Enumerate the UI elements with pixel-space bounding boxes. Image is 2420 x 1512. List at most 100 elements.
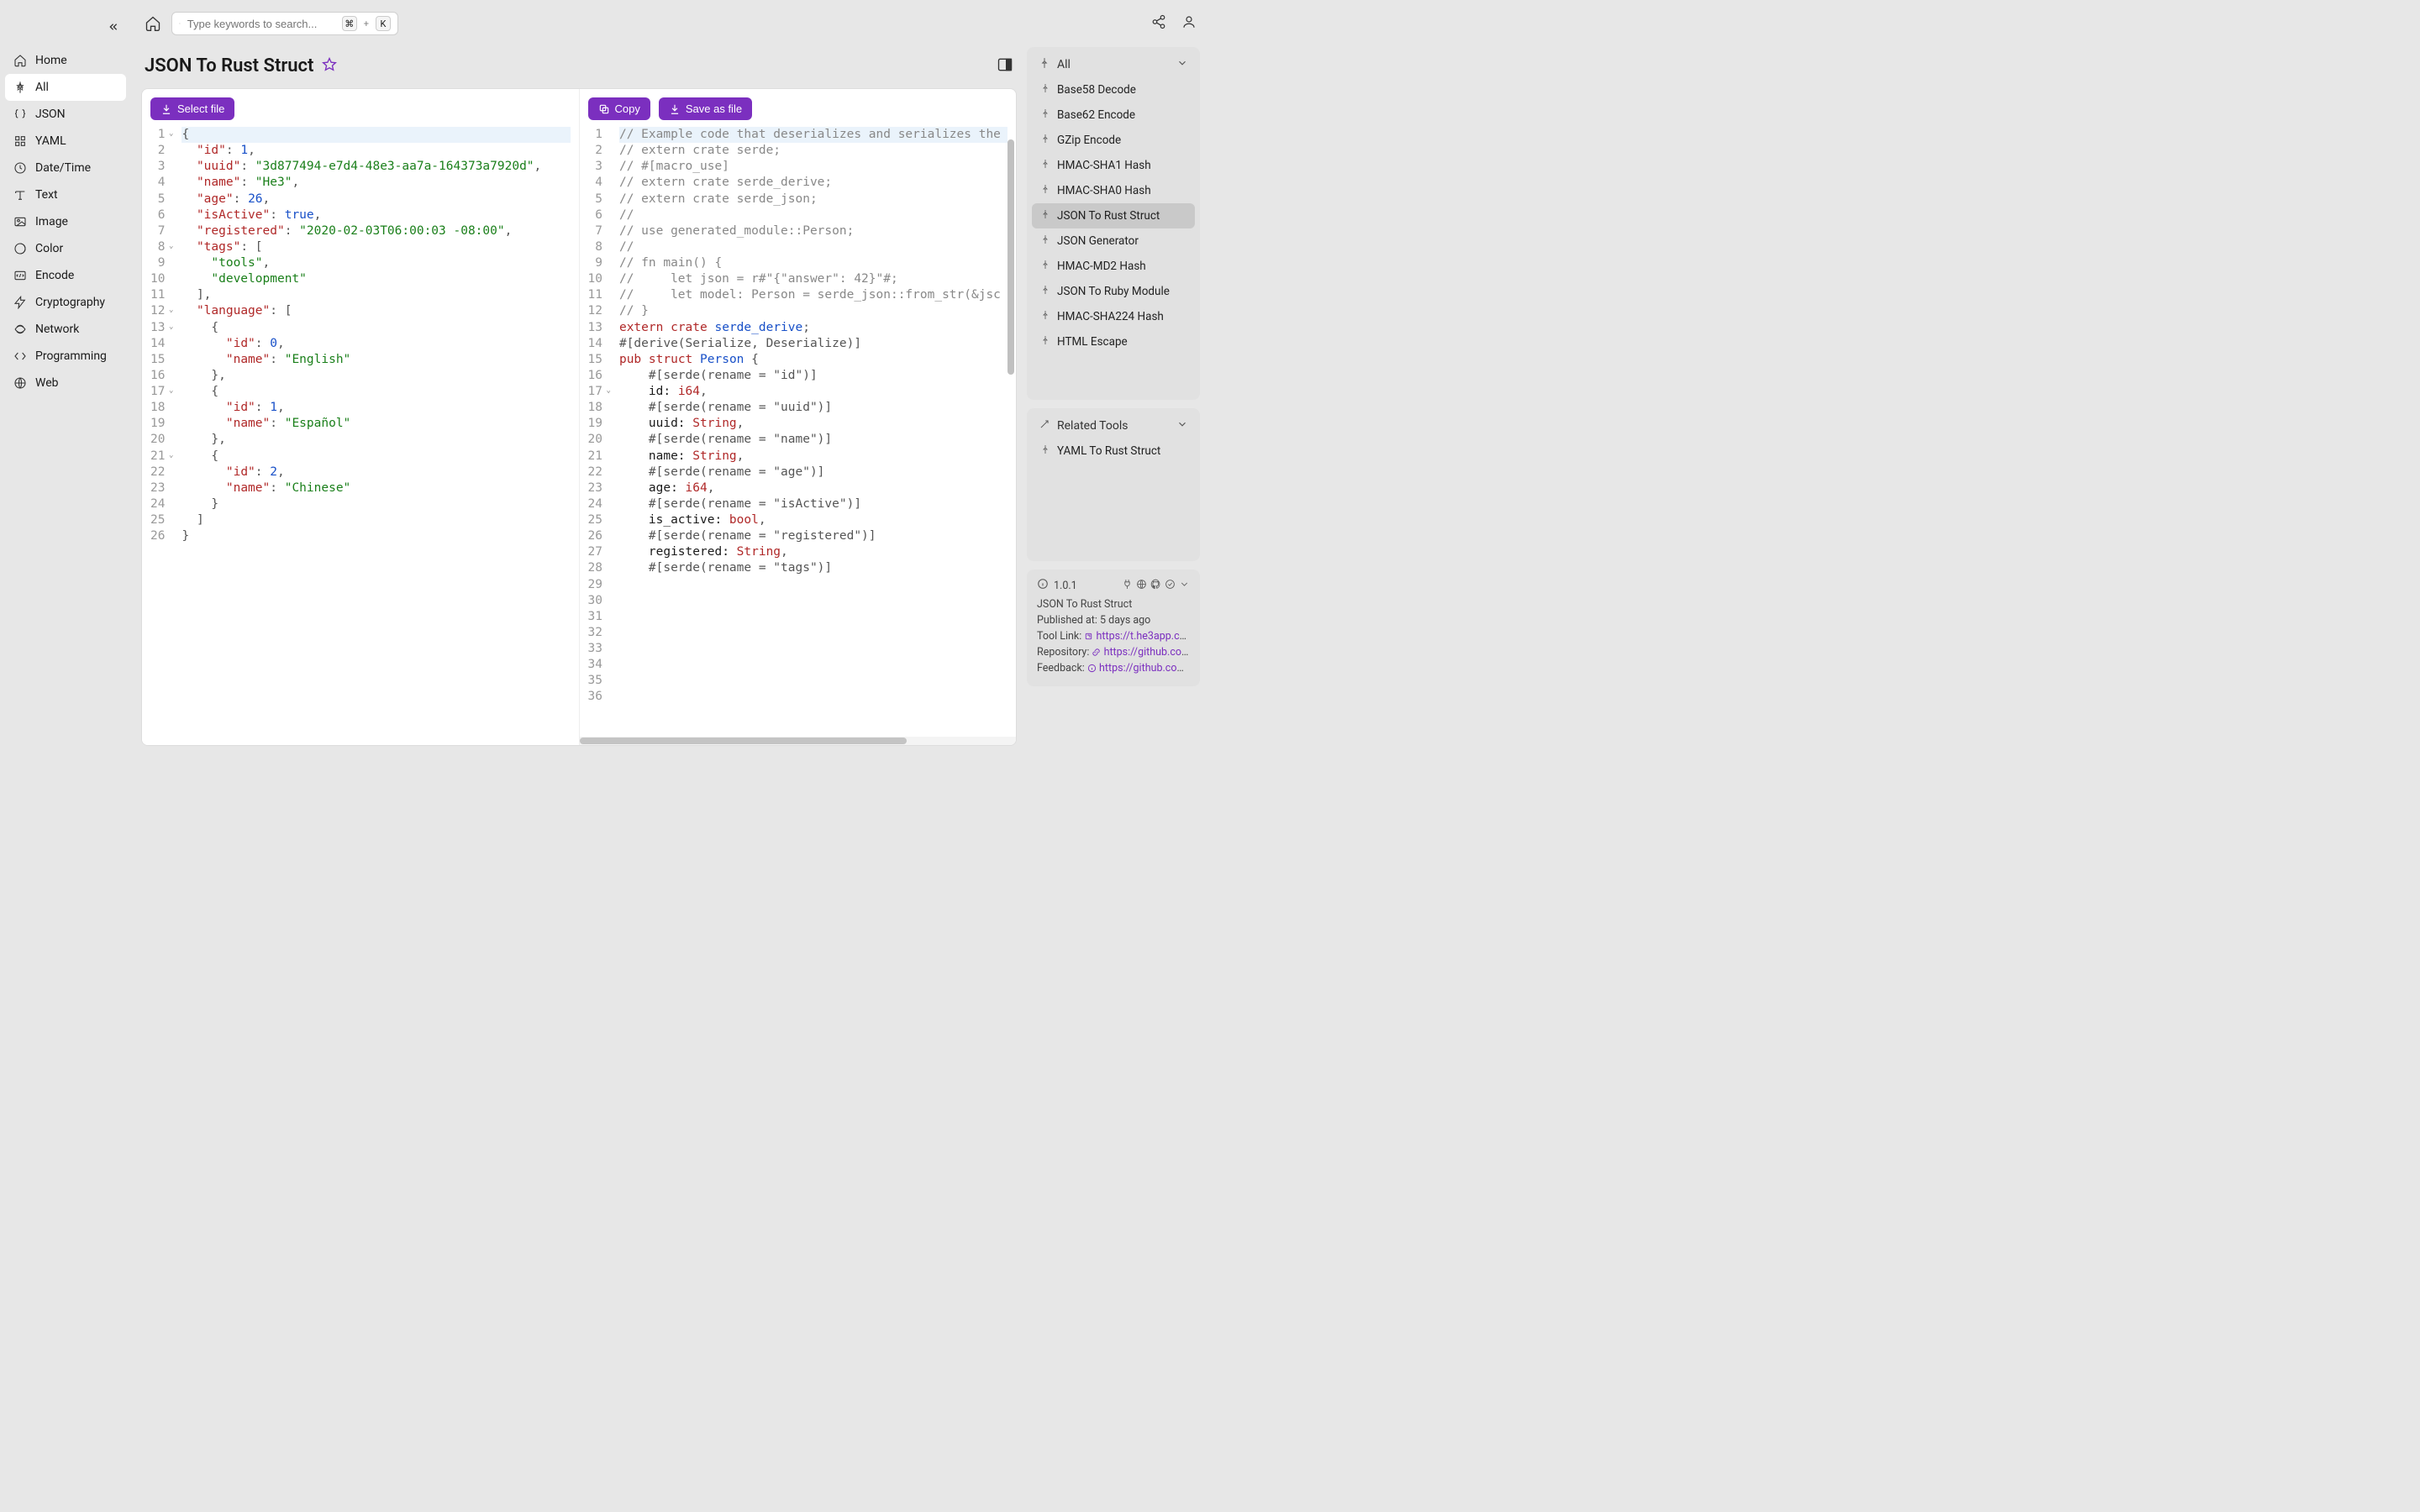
nav-item-all[interactable]: All xyxy=(5,74,126,101)
web-icon xyxy=(13,376,27,390)
home-icon[interactable] xyxy=(145,15,161,32)
related-panel-header[interactable]: Related Tools xyxy=(1032,413,1195,438)
chevron-down-icon xyxy=(1176,418,1188,433)
right-column: All Base58 Decode Base62 Encode GZip Encod… xyxy=(1027,47,1200,746)
nav-item-color[interactable]: Color xyxy=(5,235,126,262)
select-file-button[interactable]: Select file xyxy=(150,97,234,120)
save-as-file-label: Save as file xyxy=(686,102,742,115)
input-code-area[interactable]: 1⌄2345678⌄9101112⌄13⌄14151617⌄18192021⌄2… xyxy=(142,125,579,745)
sidebar-collapse-button[interactable] xyxy=(106,20,119,37)
copy-button[interactable]: Copy xyxy=(588,97,650,120)
nav-item-encode[interactable]: Encode xyxy=(5,262,126,289)
sidebar: Home All JSON YAML Date/Time Text ImageColorEn… xyxy=(0,0,131,756)
chevron-down-icon[interactable] xyxy=(1179,579,1190,593)
pin-icon xyxy=(1040,285,1050,298)
nav-item-label: Cryptography xyxy=(35,296,105,309)
image-icon xyxy=(13,215,27,228)
panel-toggle-icon[interactable] xyxy=(997,56,1013,76)
tools-panel-title: All xyxy=(1057,58,1071,71)
output-editor-pane: Copy Save as file 1234567891011121314151… xyxy=(580,89,1017,745)
pin-icon xyxy=(1040,184,1050,197)
tool-item-label: HMAC-MD2 Hash xyxy=(1057,260,1146,273)
tool-item[interactable]: GZip Encode xyxy=(1032,128,1195,153)
pin-icon xyxy=(1040,444,1050,458)
tool-item-label: GZip Encode xyxy=(1057,134,1121,147)
github-icon[interactable] xyxy=(1150,579,1161,593)
copy-label: Copy xyxy=(615,102,640,115)
tool-item[interactable]: HTML Escape xyxy=(1032,329,1195,354)
pin-icon xyxy=(1040,83,1050,97)
nav-item-text[interactable]: Text xyxy=(5,181,126,208)
tool-item[interactable]: JSON Generator xyxy=(1032,228,1195,254)
output-code-area[interactable]: 1234567891011121314151617⌄18192021222324… xyxy=(580,125,1017,737)
home-icon xyxy=(13,54,27,67)
pin-icon xyxy=(1039,57,1050,72)
nav-item-label: Network xyxy=(35,323,79,336)
info-published: Published at: 5 days ago xyxy=(1037,614,1190,627)
pin-icon xyxy=(1040,335,1050,349)
tool-item[interactable]: HMAC-SHA1 Hash xyxy=(1032,153,1195,178)
search-input[interactable] xyxy=(187,18,335,30)
tool-item[interactable]: JSON To Rust Struct xyxy=(1032,203,1195,228)
chevron-down-icon xyxy=(1176,57,1188,72)
info-tool-name: JSON To Rust Struct xyxy=(1037,598,1190,611)
pin-icon xyxy=(1040,310,1050,323)
select-file-label: Select file xyxy=(177,102,224,115)
user-icon[interactable] xyxy=(1181,14,1197,33)
nav-item-image[interactable]: Image xyxy=(5,208,126,235)
nav-item-web[interactable]: Web xyxy=(5,370,126,396)
tools-panel: All Base58 Decode Base62 Encode GZip Encod… xyxy=(1027,47,1200,400)
nav-item-yaml[interactable]: YAML xyxy=(5,128,126,155)
nav-item-programming[interactable]: Programming xyxy=(5,343,126,370)
crypto-icon xyxy=(13,296,27,309)
topbar: ⌘ + K xyxy=(131,0,1210,47)
plug-icon[interactable] xyxy=(1122,579,1133,593)
tool-item[interactable]: HMAC-SHA0 Hash xyxy=(1032,178,1195,203)
nav-item-date-time[interactable]: Date/Time xyxy=(5,155,126,181)
info-tool-link: Tool Link: https://t.he3app.co… xyxy=(1037,630,1190,643)
search-box[interactable]: ⌘ + K xyxy=(171,12,398,35)
json-icon xyxy=(13,108,27,121)
text-icon xyxy=(13,188,27,202)
tool-item-label: HTML Escape xyxy=(1057,335,1128,349)
tool-item[interactable]: HMAC-MD2 Hash xyxy=(1032,254,1195,279)
output-scrollbar-vertical[interactable] xyxy=(1007,139,1014,737)
nav-item-cryptography[interactable]: Cryptography xyxy=(5,289,126,316)
kbd-cmd: ⌘ xyxy=(342,16,357,31)
nav-item-label: Text xyxy=(35,188,58,202)
editors: Select file 1⌄2345678⌄9101112⌄13⌄1415161… xyxy=(141,88,1017,746)
info-version: 1.0.1 xyxy=(1054,580,1077,592)
tool-item[interactable]: JSON To Ruby Module xyxy=(1032,279,1195,304)
share-icon[interactable] xyxy=(1151,14,1166,33)
pin-icon xyxy=(13,81,27,94)
nav-item-json[interactable]: JSON xyxy=(5,101,126,128)
output-scrollbar-horizontal[interactable] xyxy=(580,737,1017,745)
globe-icon[interactable] xyxy=(1136,579,1147,593)
related-panel-title: Related Tools xyxy=(1057,419,1128,433)
nav-item-label: Home xyxy=(35,54,67,67)
pin-icon xyxy=(1040,159,1050,172)
info-repository: Repository: https://github.com… xyxy=(1037,646,1190,659)
tool-item-label: Base62 Encode xyxy=(1057,108,1135,122)
info-panel: 1.0.1 JSON To Rust Struct Published at: … xyxy=(1027,570,1200,686)
nav-item-home[interactable]: Home xyxy=(5,47,126,74)
nav-item-label: All xyxy=(35,81,49,94)
save-as-file-button[interactable]: Save as file xyxy=(659,97,752,120)
nav-item-label: YAML xyxy=(35,134,66,148)
tool-item[interactable]: Base62 Encode xyxy=(1032,102,1195,128)
nav-item-label: Web xyxy=(35,376,59,390)
nav-item-label: Date/Time xyxy=(35,161,91,175)
related-tool-item[interactable]: YAML To Rust Struct xyxy=(1032,438,1195,464)
main: ⌘ + K JSON To Rust Struct xyxy=(131,0,1210,756)
nav-item-network[interactable]: Network xyxy=(5,316,126,343)
tool-item[interactable]: Base58 Decode xyxy=(1032,77,1195,102)
check-icon[interactable] xyxy=(1165,579,1176,593)
favorite-star-icon[interactable] xyxy=(322,57,337,76)
nav-item-label: Programming xyxy=(35,349,107,363)
tools-panel-header[interactable]: All xyxy=(1032,52,1195,77)
encode-icon xyxy=(13,269,27,282)
tool-item-label: HMAC-SHA224 Hash xyxy=(1057,310,1164,323)
wand-icon xyxy=(1039,418,1050,433)
tool-item[interactable]: HMAC-SHA224 Hash xyxy=(1032,304,1195,329)
tool-item-label: JSON To Rust Struct xyxy=(1057,209,1160,223)
